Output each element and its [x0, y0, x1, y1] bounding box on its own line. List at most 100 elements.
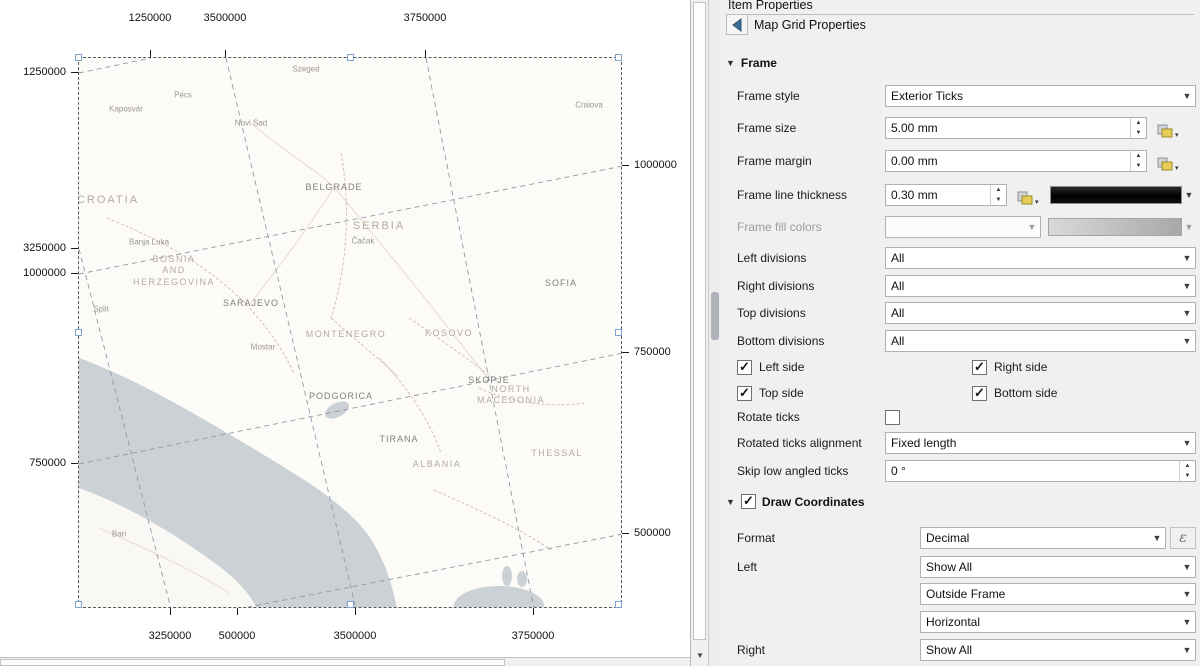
spin-down-icon[interactable]: ▼	[1131, 128, 1146, 138]
frame-line-thickness-spinbox[interactable]: 0.30 mm ▲▼	[885, 184, 1007, 206]
rotated-ticks-alignment-dropdown[interactable]: Fixed length ▼	[885, 432, 1196, 454]
chevron-down-icon: ▼	[1024, 222, 1040, 232]
hscroll-thumb[interactable]	[0, 659, 505, 666]
right-side-checkbox-row[interactable]: ✓ Right side	[972, 356, 1047, 378]
canvas-horizontal-scrollbar[interactable]	[0, 657, 690, 666]
draw-coordinates-label: Draw Coordinates	[762, 495, 865, 509]
grid-tick	[355, 608, 356, 615]
selection-handle[interactable]	[75, 329, 82, 336]
frame-fill-dropdown: ▼	[885, 216, 1041, 238]
checkmark-icon: ✓	[739, 386, 750, 399]
grid-coordinate-label: 500000	[634, 527, 671, 539]
chevron-down-icon: ▼	[1179, 562, 1195, 572]
grid-coordinate-label: 3500000	[204, 12, 247, 24]
spinner-arrows[interactable]: ▲▼	[1179, 461, 1195, 481]
rotate-ticks-checkbox-row[interactable]	[885, 406, 900, 428]
spin-up-icon[interactable]: ▲	[1131, 151, 1146, 161]
back-button[interactable]	[726, 14, 748, 35]
spin-down-icon[interactable]: ▼	[1131, 161, 1146, 171]
chevron-down-icon: ▼	[1182, 190, 1196, 200]
right-divisions-dropdown[interactable]: All ▼	[885, 275, 1196, 297]
chevron-down-icon: ▾	[1175, 164, 1179, 172]
map-item[interactable]: CROATIA BOSNIA AND HERZEGOVINA SERBIA MO…	[78, 57, 622, 608]
selection-handle[interactable]	[75, 601, 82, 608]
coords-right-show-dropdown[interactable]: Show All ▼	[920, 639, 1196, 661]
frame-section-header[interactable]: ▼ Frame	[726, 56, 777, 70]
grid-tick	[71, 273, 78, 274]
frame-color-button[interactable]: ▼	[1050, 184, 1196, 206]
frame-size-spinbox[interactable]: 5.00 mm ▲▼	[885, 117, 1147, 139]
grid-coordinate-label: 750000	[29, 457, 66, 469]
selection-handle[interactable]	[347, 54, 354, 61]
frame-fill-colors-label: Frame fill colors	[737, 216, 822, 238]
chevron-down-icon: ▼	[1179, 308, 1195, 318]
grid-tick	[533, 608, 534, 615]
scroll-down-arrow-icon[interactable]: ▼	[692, 646, 708, 664]
selection-handle[interactable]	[615, 54, 622, 61]
spin-down-icon[interactable]: ▼	[1180, 471, 1195, 481]
skip-low-angled-ticks-spinbox[interactable]: 0 ° ▲▼	[885, 460, 1196, 482]
selection-handle[interactable]	[75, 54, 82, 61]
left-divisions-dropdown[interactable]: All ▼	[885, 247, 1196, 269]
panel-scrollbar[interactable]	[708, 0, 720, 666]
spinner-arrows[interactable]: ▲▼	[1130, 151, 1146, 171]
frame-section-label: Frame	[741, 56, 777, 70]
coords-left-placement-dropdown[interactable]: Outside Frame ▼	[920, 583, 1196, 605]
bottom-side-checkbox-row[interactable]: ✓ Bottom side	[972, 382, 1057, 404]
left-divisions-label: Left divisions	[737, 247, 806, 269]
coords-left-show-value: Show All	[921, 560, 1179, 574]
panel-scrollbar-thumb[interactable]	[711, 292, 719, 340]
frame-line-thickness-value: 0.30 mm	[886, 185, 990, 205]
grid-coordinate-label: 3750000	[404, 12, 447, 24]
bottom-side-checkbox[interactable]: ✓	[972, 386, 987, 401]
spinner-arrows[interactable]: ▲▼	[990, 185, 1006, 205]
top-divisions-dropdown[interactable]: All ▼	[885, 302, 1196, 324]
canvas-vertical-scrollbar[interactable]: ▼	[690, 0, 708, 666]
grid-tick	[622, 165, 629, 166]
spinner-arrows[interactable]: ▲▼	[1130, 118, 1146, 138]
bottom-divisions-dropdown[interactable]: All ▼	[885, 330, 1196, 352]
right-divisions-label: Right divisions	[737, 275, 814, 297]
grid-coordinate-label: 1250000	[23, 66, 66, 78]
frame-style-dropdown[interactable]: Exterior Ticks ▼	[885, 85, 1196, 107]
collapse-arrow-icon: ▼	[726, 58, 735, 68]
coords-left-placement-value: Outside Frame	[921, 587, 1179, 601]
rotate-ticks-checkbox[interactable]	[885, 410, 900, 425]
format-dropdown[interactable]: Decimal ▼	[920, 527, 1166, 549]
top-side-checkbox-row[interactable]: ✓ Top side	[737, 382, 804, 404]
spin-up-icon[interactable]: ▲	[991, 185, 1006, 195]
rotated-ticks-alignment-label: Rotated ticks alignment	[737, 432, 862, 454]
grid-tick	[225, 50, 226, 57]
skip-low-angled-ticks-value: 0 °	[886, 461, 1179, 481]
right-divisions-value: All	[886, 279, 1179, 293]
spin-up-icon[interactable]: ▲	[1131, 118, 1146, 128]
spin-up-icon[interactable]: ▲	[1180, 461, 1195, 471]
frame-fill-color-button: ▼	[1048, 216, 1196, 238]
frame-thickness-data-defined-button[interactable]: ▾	[1017, 184, 1039, 206]
draw-coordinates-checkbox[interactable]: ✓	[741, 494, 756, 509]
frame-size-data-defined-button[interactable]: ▾	[1157, 117, 1179, 139]
chevron-down-icon: ▼	[1179, 91, 1195, 101]
selection-handle[interactable]	[615, 601, 622, 608]
panel-header: Map Grid Properties	[754, 18, 866, 32]
left-side-checkbox-row[interactable]: ✓ Left side	[737, 356, 804, 378]
data-defined-override-icon	[1157, 156, 1174, 172]
spin-down-icon[interactable]: ▼	[991, 195, 1006, 205]
chevron-down-icon: ▼	[1149, 533, 1165, 543]
frame-margin-data-defined-button[interactable]: ▾	[1157, 150, 1179, 172]
selection-handle[interactable]	[347, 601, 354, 608]
selection-handle[interactable]	[615, 329, 622, 336]
draw-coordinates-section-header[interactable]: ▼ ✓ Draw Coordinates	[726, 494, 865, 509]
right-side-checkbox[interactable]: ✓	[972, 360, 987, 375]
frame-margin-spinbox[interactable]: 0.00 mm ▲▼	[885, 150, 1147, 172]
format-expression-button[interactable]: ε	[1170, 527, 1196, 549]
lake-prespa	[517, 571, 527, 587]
grid-tick	[71, 248, 78, 249]
chevron-down-icon: ▾	[1175, 131, 1179, 139]
left-side-checkbox[interactable]: ✓	[737, 360, 752, 375]
layout-canvas[interactable]: CROATIA BOSNIA AND HERZEGOVINA SERBIA MO…	[0, 0, 690, 666]
coords-left-orientation-dropdown[interactable]: Horizontal ▼	[920, 611, 1196, 633]
top-side-checkbox[interactable]: ✓	[737, 386, 752, 401]
coords-left-show-dropdown[interactable]: Show All ▼	[920, 556, 1196, 578]
vscroll-thumb[interactable]	[693, 2, 706, 640]
